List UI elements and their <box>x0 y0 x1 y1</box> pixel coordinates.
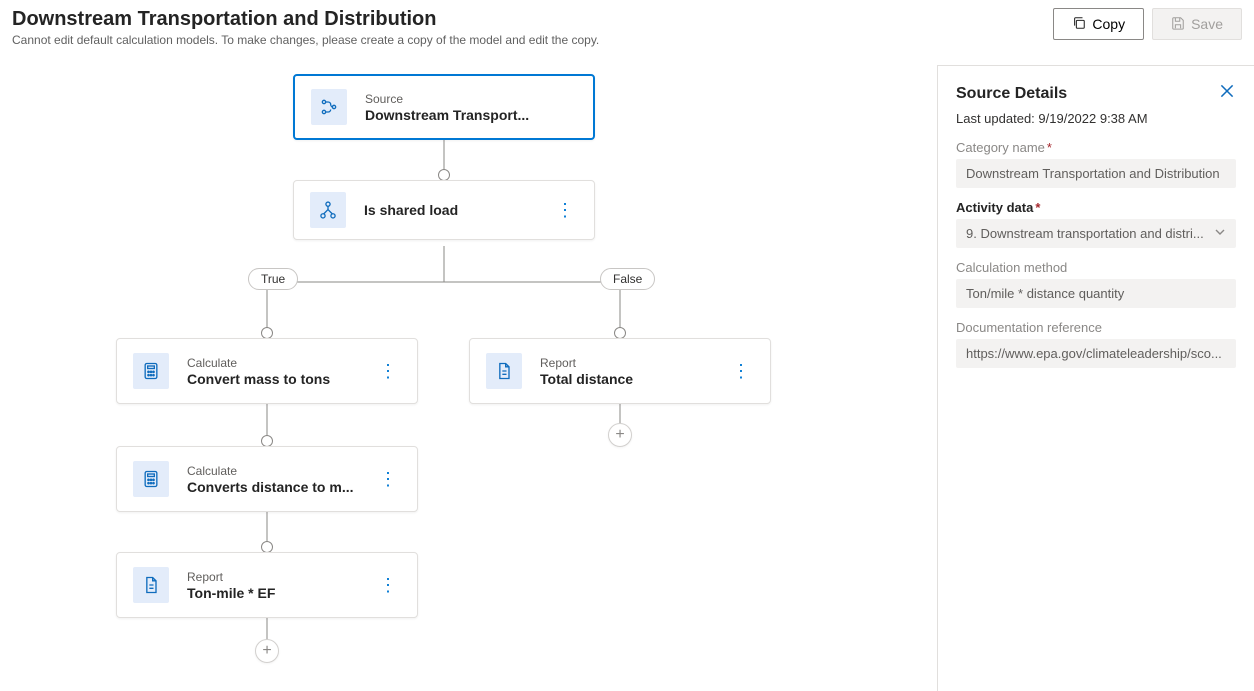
flow-node-report[interactable]: Report Ton-mile * EF ⋮ <box>116 552 418 618</box>
node-kind: Calculate <box>187 464 375 478</box>
add-node-button[interactable]: + <box>255 639 279 663</box>
details-panel: Source Details Last updated: 9/19/2022 9… <box>937 65 1254 691</box>
chevron-down-icon <box>1214 226 1226 241</box>
node-menu-button[interactable]: ⋮ <box>728 364 754 378</box>
node-menu-button[interactable]: ⋮ <box>552 203 578 217</box>
activity-label: Activity data* <box>956 200 1236 215</box>
last-updated: Last updated: 9/19/2022 9:38 AM <box>956 111 1236 126</box>
doc-label: Documentation reference <box>956 320 1236 335</box>
activity-dropdown[interactable]: 9. Downstream transportation and distri.… <box>956 219 1236 248</box>
flow-node-calculate[interactable]: Calculate Convert mass to tons ⋮ <box>116 338 418 404</box>
close-icon[interactable] <box>1218 82 1236 105</box>
node-title: Total distance <box>540 371 728 387</box>
branch-label-true: True <box>248 268 298 290</box>
save-button: Save <box>1152 8 1242 40</box>
flow-node-source[interactable]: Source Downstream Transport... <box>293 74 595 140</box>
save-icon <box>1171 16 1185 33</box>
node-kind: Calculate <box>187 356 375 370</box>
category-label: Category name* <box>956 140 1236 155</box>
copy-button[interactable]: Copy <box>1053 8 1144 40</box>
calculator-icon <box>133 461 169 497</box>
calculator-icon <box>133 353 169 389</box>
copy-button-label: Copy <box>1092 16 1125 32</box>
flow-node-condition[interactable]: Is shared load ⋮ <box>293 180 595 240</box>
branch-label-false: False <box>600 268 655 290</box>
save-button-label: Save <box>1191 16 1223 32</box>
doc-field[interactable]: https://www.epa.gov/climateleadership/sc… <box>956 339 1236 368</box>
flow-node-report[interactable]: Report Total distance ⋮ <box>469 338 771 404</box>
page-title: Downstream Transportation and Distributi… <box>12 8 599 31</box>
node-title: Is shared load <box>364 202 552 218</box>
copy-icon <box>1072 16 1086 33</box>
decision-icon <box>310 192 346 228</box>
node-title: Convert mass to tons <box>187 371 375 387</box>
node-kind: Report <box>540 356 728 370</box>
flow-node-calculate[interactable]: Calculate Converts distance to m... ⋮ <box>116 446 418 512</box>
branches-icon <box>311 89 347 125</box>
node-kind: Report <box>187 570 375 584</box>
node-title: Converts distance to m... <box>187 479 375 495</box>
node-menu-button[interactable]: ⋮ <box>375 364 401 378</box>
node-menu-button[interactable]: ⋮ <box>375 472 401 486</box>
node-menu-button[interactable]: ⋮ <box>375 578 401 592</box>
category-field[interactable]: Downstream Transportation and Distributi… <box>956 159 1236 188</box>
node-title: Downstream Transport... <box>365 107 577 123</box>
method-field[interactable]: Ton/mile * distance quantity <box>956 279 1236 308</box>
panel-title: Source Details <box>956 85 1067 103</box>
node-kind: Source <box>365 92 577 106</box>
method-label: Calculation method <box>956 260 1236 275</box>
page-subtitle: Cannot edit default calculation models. … <box>12 33 599 47</box>
node-title: Ton-mile * EF <box>187 585 375 601</box>
document-icon <box>133 567 169 603</box>
add-node-button[interactable]: + <box>608 423 632 447</box>
document-icon <box>486 353 522 389</box>
